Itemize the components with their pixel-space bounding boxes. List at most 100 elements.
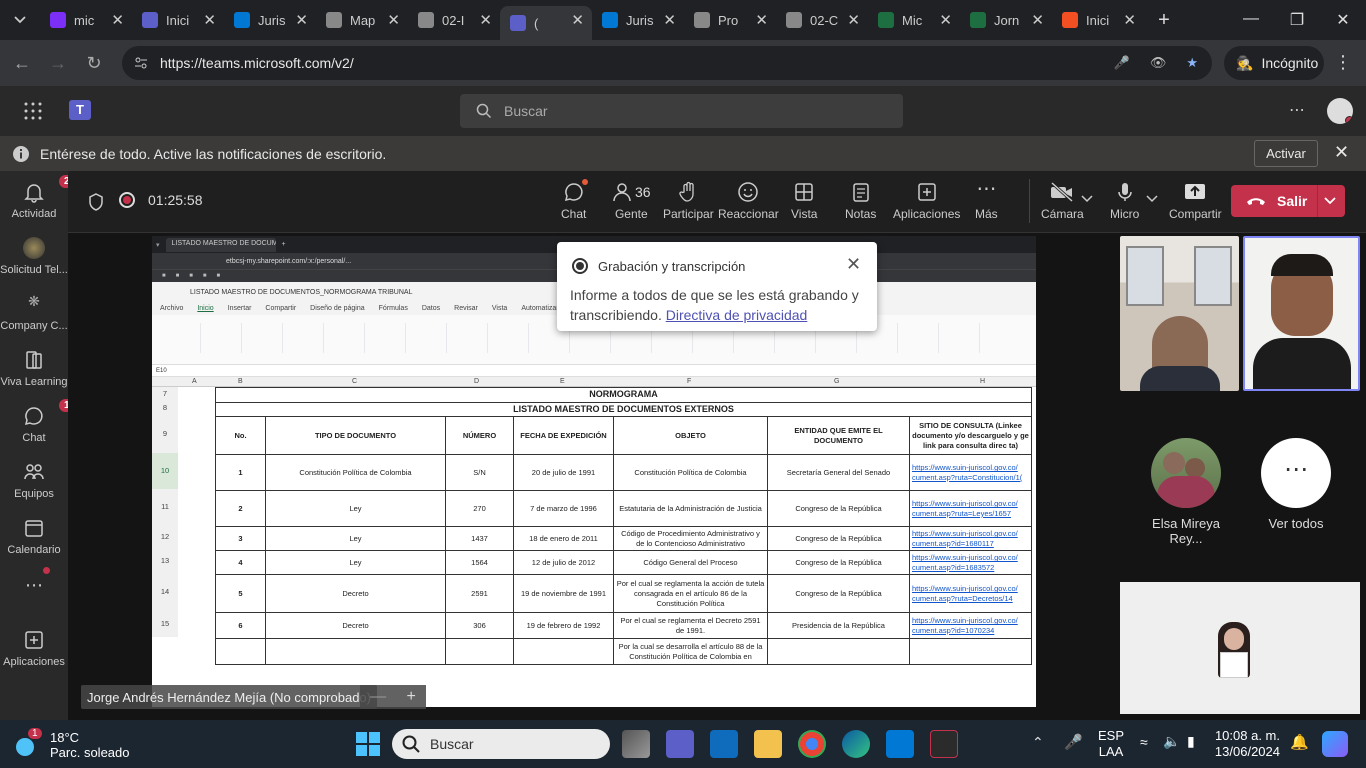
sidebar-item-solicitud[interactable]: Solicitud Tel... [0,237,68,276]
sidebar-item-teams[interactable]: Equipos [0,461,68,500]
notes-button[interactable]: Notas [845,181,876,221]
share-button[interactable]: Compartir [1169,181,1222,221]
clock[interactable]: 10:08 a. m. 13/06/2024 [1214,728,1280,760]
weather-widget[interactable]: 1 18°C Parc. soleado [16,728,130,760]
app-launcher-icon[interactable] [24,102,42,120]
table-cell[interactable]: https://www.suin-juriscol.gov.co/ cument… [909,454,1032,492]
table-cell[interactable]: https://www.suin-juriscol.gov.co/ cument… [909,526,1032,552]
browser-tab[interactable]: 02-I ✕ [408,0,500,40]
more-button[interactable]: ⋯ Más [975,179,998,221]
teams-taskbar-icon[interactable] [666,730,694,758]
activate-button[interactable]: Activar [1254,140,1318,167]
people-button[interactable]: 36 Gente [612,181,651,221]
tab-close-icon[interactable]: ✕ [663,11,676,29]
camera-options-chevron-icon[interactable] [1081,195,1093,203]
taskbar-search[interactable]: Buscar [392,729,610,759]
store-icon[interactable] [886,730,914,758]
browser-tab[interactable]: Map ✕ [316,0,408,40]
participant-video-2[interactable] [1243,236,1360,391]
browser-tab[interactable]: mic ✕ [40,0,132,40]
table-cell[interactable]: https://www.suin-juriscol.gov.co/ cument… [909,550,1032,576]
sidebar-item-activity[interactable]: 22 Actividad [0,175,81,220]
snipping-tool-icon[interactable] [930,730,958,758]
table-row[interactable]: 3 Ley 1437 18 de enero de 2011 Código de Pro… [215,526,1032,552]
browser-menu-icon[interactable]: ⋮ [1334,52,1352,73]
avatar[interactable] [1327,98,1353,124]
raise-hand-button[interactable]: Participar [663,181,714,221]
forward-icon[interactable]: → [40,53,76,74]
browser-tab[interactable]: Juris ✕ [224,0,316,40]
edge-icon[interactable] [842,730,870,758]
mic-options-chevron-icon[interactable] [1146,195,1158,203]
tray-chevron-icon[interactable]: ⌃ [1032,734,1044,751]
apps-button[interactable]: Aplicaciones [893,181,960,221]
leave-button[interactable]: Salir [1231,185,1345,217]
tab-close-icon[interactable]: ✕ [847,11,860,29]
see-all-button[interactable]: ⋯ [1261,438,1331,508]
tab-close-icon[interactable]: ✕ [939,11,952,29]
table-cell[interactable]: https://www.suin-juriscol.gov.co/ cument… [909,612,1032,640]
table-row[interactable]: Por la cual se desarrolla el artículo 88… [215,638,1032,666]
sidebar-item-calendar[interactable]: Calendario [0,517,68,556]
language-indicator[interactable]: ESP LAA [1098,728,1124,760]
tab-close-icon[interactable]: ✕ [203,11,216,29]
copilot-icon[interactable] [1322,731,1348,757]
table-cell[interactable]: https://www.suin-juriscol.gov.co/ cument… [909,574,1032,614]
start-icon[interactable] [356,732,380,756]
table-row[interactable]: 6 Decreto 306 19 de febrero de 1992 Por el c… [215,612,1032,640]
tab-close-icon[interactable]: ✕ [387,11,400,29]
back-icon[interactable]: ← [4,53,40,74]
chat-button[interactable]: Chat [561,179,588,221]
battery-icon[interactable]: ▮ [1187,733,1195,750]
browser-tab[interactable]: Mic ✕ [868,0,960,40]
browser-tab[interactable]: (✕ [500,6,592,40]
close-icon[interactable]: ✕ [846,254,861,275]
tab-close-icon[interactable]: ✕ [111,11,124,29]
reload-icon[interactable]: ↻ [76,53,112,74]
tab-close-icon[interactable]: ✕ [571,11,584,29]
view-button[interactable]: Vista [791,181,817,221]
sidebar-item-chat[interactable]: 12 Chat [0,399,81,444]
zoom-out-icon[interactable]: — [370,688,386,706]
incognito-badge[interactable]: 🕵 Incógnito [1224,46,1324,80]
microphone-icon[interactable]: 🎤 [1064,733,1083,751]
zoom-in-icon[interactable]: + [406,688,415,706]
participant-video-1[interactable] [1120,236,1239,391]
new-tab-button[interactable]: + [1144,9,1184,32]
shield-icon[interactable] [88,193,104,211]
restore-icon[interactable]: ❐ [1274,10,1320,30]
mail-icon[interactable] [710,730,738,758]
browser-tab[interactable]: Inici ✕ [1052,0,1144,40]
table-row[interactable]: 5 Decreto 2591 19 de noviembre de 1991 Por e… [215,574,1032,614]
sidebar-item-apps[interactable]: Aplicaciones [0,629,68,668]
browser-tab[interactable]: Jorn ✕ [960,0,1052,40]
eye-off-icon[interactable]: 👁 [1150,55,1167,71]
notification-bell-icon[interactable]: 🔔 [1290,733,1309,751]
self-view[interactable] [1120,582,1360,714]
browser-tab[interactable]: Juris ✕ [592,0,684,40]
tab-search-button[interactable] [0,0,40,40]
close-icon[interactable]: ✕ [1334,142,1349,163]
minimize-icon[interactable]: — [1228,10,1274,30]
close-window-icon[interactable]: ✕ [1320,10,1366,30]
more-options-icon[interactable]: ⋯ [1289,100,1305,120]
participant-avatar-elsa[interactable] [1151,438,1221,508]
browser-tab[interactable]: 02-C ✕ [776,0,868,40]
address-bar[interactable]: https://teams.microsoft.com/v2/ 🎤 👁 ★ [122,46,1212,80]
search-input[interactable]: Buscar [460,94,903,128]
more-apps-button[interactable]: ⋯ [0,567,68,596]
table-cell[interactable]: https://www.suin-juriscol.gov.co/ cument… [909,490,1032,528]
browser-tab[interactable]: Pro ✕ [684,0,776,40]
tab-close-icon[interactable]: ✕ [479,11,492,29]
sidebar-item-viva[interactable]: Viva Learning [0,349,68,388]
browser-tab[interactable]: Inici ✕ [132,0,224,40]
spreadsheet-grid[interactable]: 7 8 9 10 11 12 13 14 15 NORMOGRAMA LISTADO MAEST… [152,387,1036,677]
privacy-link[interactable]: Directiva de privacidad [666,307,808,323]
star-icon[interactable]: ★ [1186,55,1198,71]
table-row[interactable]: 4 Ley 1564 12 de julio de 2012 Código Genera… [215,550,1032,576]
volume-icon[interactable]: 🔈 [1163,733,1180,750]
tab-close-icon[interactable]: ✕ [755,11,768,29]
tab-close-icon[interactable]: ✕ [1031,11,1044,29]
table-row[interactable]: 2 Ley 270 7 de marzo de 1996 Estatutaria de … [215,490,1032,528]
tab-close-icon[interactable]: ✕ [1123,11,1136,29]
